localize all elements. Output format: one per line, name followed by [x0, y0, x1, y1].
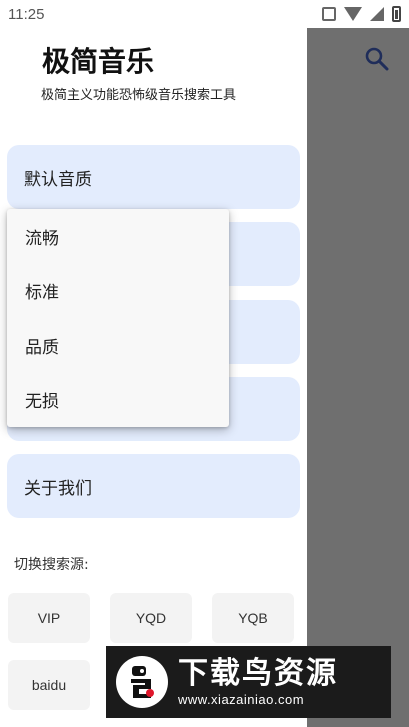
source-button-baidu[interactable]: baidu	[8, 660, 90, 710]
vibrate-icon	[322, 7, 336, 21]
menu-item-label: 默认音质	[24, 169, 92, 190]
watermark-banner: 下载鸟资源 www.xiazainiao.com	[106, 646, 391, 718]
dropdown-option-label: 无损	[25, 392, 59, 413]
app-subtitle: 极简主义功能恐怖级音乐搜索工具	[41, 88, 237, 103]
dropdown-option-standard[interactable]: 标准	[7, 264, 229, 319]
quality-dropdown-menu: 流畅 标准 品质 无损	[7, 209, 229, 427]
search-icon[interactable]	[364, 46, 390, 72]
battery-icon	[392, 6, 401, 22]
source-button-yqd[interactable]: YQD	[110, 593, 192, 643]
dropdown-option-label: 流畅	[25, 228, 59, 249]
source-switch-label: 切换搜索源:	[14, 557, 89, 573]
bird-logo-icon	[116, 656, 168, 708]
watermark-title: 下载鸟资源	[178, 656, 338, 691]
status-bar: 11:25	[0, 0, 409, 28]
watermark-text: 下载鸟资源 www.xiazainiao.com	[178, 657, 338, 707]
status-time: 11:25	[8, 5, 45, 23]
app-title: 极简音乐	[42, 45, 155, 78]
drawer-scrim[interactable]	[307, 28, 409, 727]
source-button-yqb[interactable]: YQB	[212, 593, 294, 643]
menu-default-quality[interactable]: 默认音质	[7, 145, 300, 209]
menu-item-label: 关于我们	[24, 478, 92, 499]
dropdown-option-quality[interactable]: 品质	[7, 318, 229, 373]
dropdown-option-lossless[interactable]: 无损	[7, 373, 229, 428]
source-button-vip[interactable]: VIP	[8, 593, 90, 643]
watermark-url: www.xiazainiao.com	[178, 692, 305, 707]
dropdown-option-label: 标准	[25, 283, 59, 304]
wifi-icon	[344, 7, 362, 21]
dropdown-option-smooth[interactable]: 流畅	[7, 209, 229, 264]
menu-about-us[interactable]: 关于我们	[7, 454, 300, 518]
signal-icon	[370, 7, 384, 21]
dropdown-option-label: 品质	[25, 337, 59, 358]
status-icons	[322, 6, 401, 22]
